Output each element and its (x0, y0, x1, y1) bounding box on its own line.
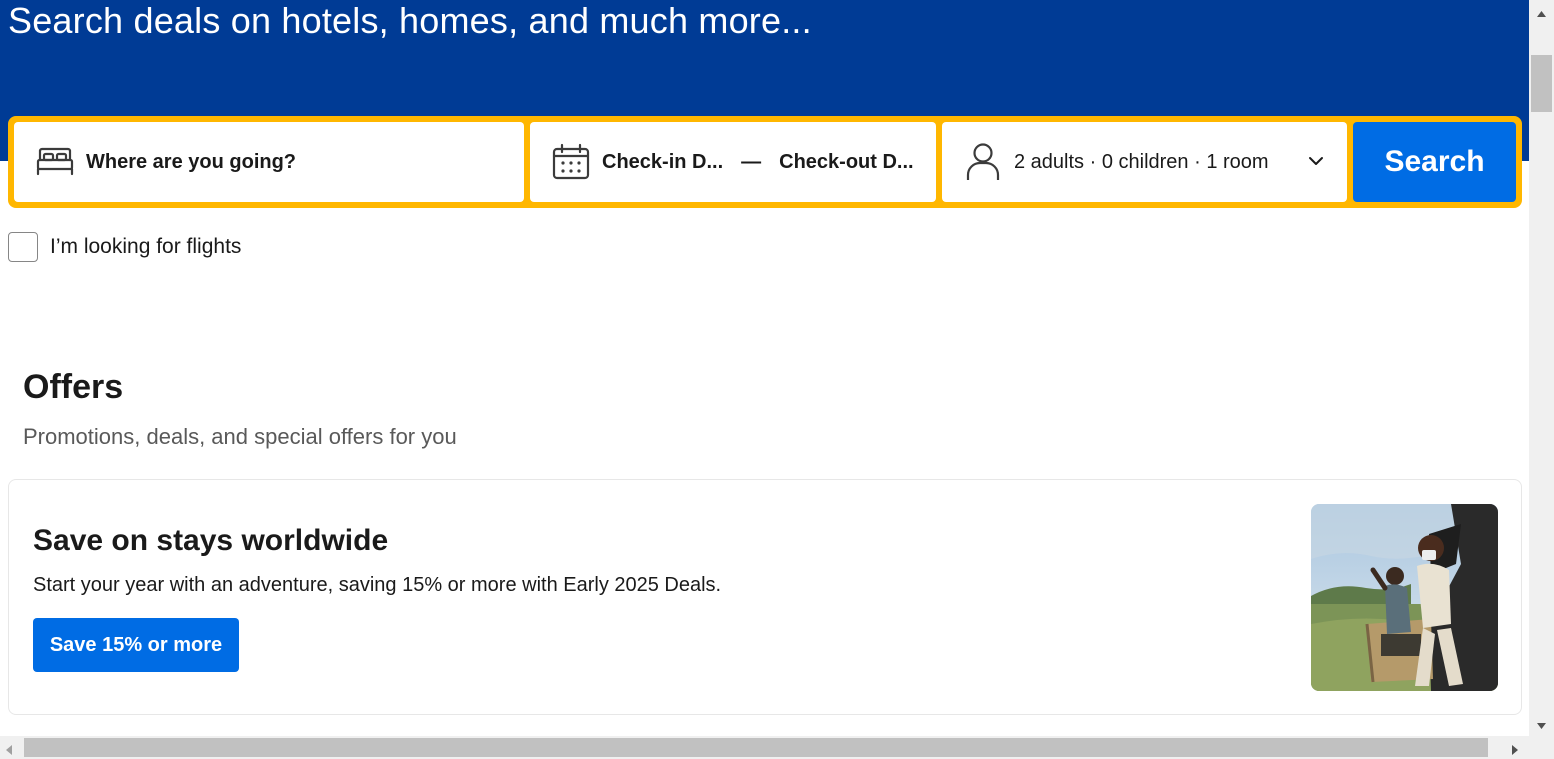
horizontal-scroll-thumb[interactable] (24, 738, 1488, 757)
guests-field[interactable]: 2 adults · 0 children · 1 room (942, 122, 1347, 202)
scroll-right-icon[interactable] (1512, 742, 1518, 759)
destination-placeholder: Where are you going? (86, 150, 297, 173)
checkout-date[interactable]: Check-out D... (779, 151, 913, 174)
date-separator: — (741, 150, 762, 173)
scroll-up-icon[interactable] (1537, 4, 1546, 22)
destination-field[interactable]: Where are you going? (14, 122, 524, 202)
save-15-button[interactable]: Save 15% or more (33, 618, 239, 672)
hero-title: Search deals on hotels, homes, and much … (8, 0, 812, 41)
calendar-icon (552, 143, 590, 181)
flights-label[interactable]: I’m looking for flights (50, 235, 241, 259)
search-bar: Where are you going? Check-in D... — Che… (8, 116, 1522, 208)
chevron-down-icon[interactable] (1307, 152, 1325, 175)
search-button[interactable]: Search (1353, 122, 1516, 202)
scrollbar-corner (1529, 736, 1554, 759)
checkin-date[interactable]: Check-in D... (602, 151, 723, 174)
offers-subtitle: Promotions, deals, and special offers fo… (23, 424, 457, 449)
horizontal-scrollbar[interactable] (0, 736, 1529, 759)
vertical-scrollbar[interactable] (1529, 0, 1554, 736)
flights-option[interactable]: I’m looking for flights (8, 232, 241, 262)
flights-checkbox[interactable] (8, 232, 38, 262)
offers-title: Offers (23, 368, 124, 406)
vertical-scroll-thumb[interactable] (1531, 55, 1552, 112)
bed-icon (36, 146, 74, 178)
scroll-left-icon[interactable] (6, 742, 12, 759)
scroll-down-icon[interactable] (1537, 716, 1546, 734)
dates-field[interactable]: Check-in D... — Check-out D... (530, 122, 936, 202)
offer-description: Start your year with an adventure, savin… (33, 574, 722, 596)
person-icon (966, 142, 1000, 182)
offer-image[interactable] (1311, 504, 1498, 691)
offer-card: Save on stays worldwide Start your year … (8, 479, 1522, 715)
offer-heading: Save on stays worldwide (33, 524, 389, 557)
guests-summary: 2 adults · 0 children · 1 room (1014, 150, 1269, 173)
